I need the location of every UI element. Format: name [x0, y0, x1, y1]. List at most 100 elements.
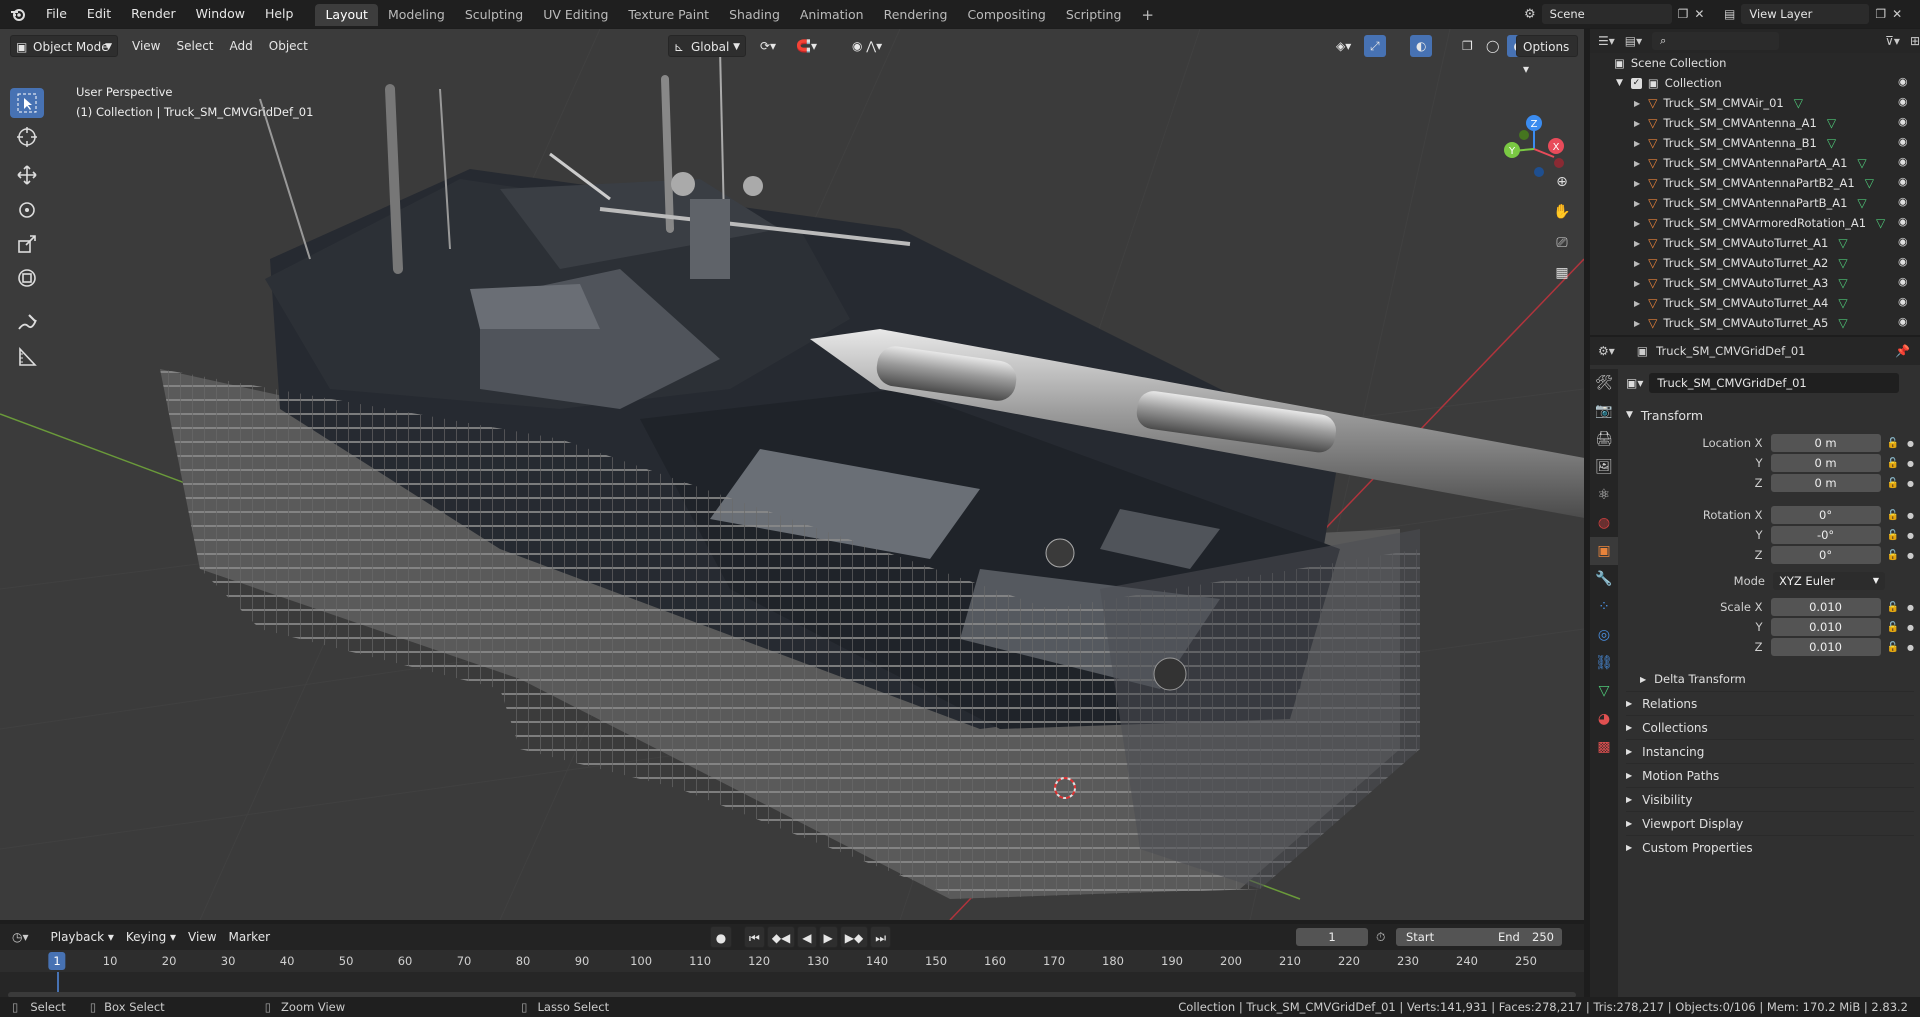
- display-mode-icon[interactable]: ▤▾: [1625, 34, 1642, 48]
- end-frame-field[interactable]: End 250: [1490, 928, 1562, 946]
- outliner-object-row[interactable]: ▶ ▽ Truck_SM_CMVAntennaPartA_A1 ▽ ◉: [1590, 153, 1920, 173]
- tab-shading[interactable]: Shading: [719, 4, 790, 26]
- play-reverse-icon[interactable]: ◀: [797, 926, 817, 948]
- lock-icon[interactable]: 🔓: [1887, 510, 1899, 521]
- scale-tool-button[interactable]: [10, 229, 44, 259]
- playback-dropdown[interactable]: Playback ▾: [45, 926, 120, 948]
- tab-layout[interactable]: Layout: [315, 4, 378, 26]
- annotate-tool-button[interactable]: [10, 308, 44, 338]
- pin-icon[interactable]: 📌: [1895, 344, 1910, 358]
- prev-keyframe-icon[interactable]: ◆◀: [766, 926, 796, 948]
- eye-icon[interactable]: ◉: [1898, 256, 1912, 267]
- scene-icon[interactable]: ⚙: [1524, 7, 1536, 22]
- pan-hand-icon[interactable]: ✋: [1549, 199, 1575, 225]
- zoom-icon[interactable]: ⊕: [1549, 169, 1575, 195]
- tab-scripting[interactable]: Scripting: [1056, 4, 1132, 26]
- tab-compositing[interactable]: Compositing: [957, 4, 1055, 26]
- keying-dropdown[interactable]: Keying ▾: [120, 926, 182, 948]
- blender-logo-icon[interactable]: [0, 0, 36, 28]
- checkbox-icon[interactable]: ✓: [1630, 77, 1642, 89]
- xray-icon[interactable]: ❐: [1456, 35, 1479, 57]
- lock-icon[interactable]: 🔓: [1887, 622, 1899, 633]
- measure-tool-button[interactable]: [10, 342, 44, 372]
- modifier-tab-icon[interactable]: 🔧: [1590, 565, 1618, 593]
- rotation-y-field[interactable]: -0°: [1770, 526, 1881, 544]
- location-x-field[interactable]: 0 m: [1770, 434, 1881, 452]
- location-y-field[interactable]: 0 m: [1770, 454, 1881, 472]
- expand-arrow-icon[interactable]: ▶: [1634, 239, 1640, 248]
- eye-icon[interactable]: ◉: [1898, 156, 1912, 167]
- jump-start-icon[interactable]: ⏮: [744, 926, 765, 948]
- select-tool-button[interactable]: [10, 88, 44, 118]
- tool-tab-icon[interactable]: 🛠: [1590, 369, 1618, 397]
- keyframe-dot-icon[interactable]: ●: [1907, 551, 1914, 560]
- rotation-z-field[interactable]: 0°: [1770, 546, 1881, 564]
- properties-panel-header[interactable]: ▶ Motion Paths: [1626, 763, 1914, 787]
- expand-arrow-icon[interactable]: ▶: [1634, 179, 1640, 188]
- timeline-editor-icon[interactable]: ◷▾: [12, 930, 29, 944]
- delta-transform-header[interactable]: ▶ Delta Transform: [1626, 667, 1914, 691]
- menu-select[interactable]: Select: [170, 35, 219, 57]
- tab-sculpting[interactable]: Sculpting: [455, 4, 533, 26]
- rotate-tool-button[interactable]: [10, 195, 44, 225]
- new-collection-icon[interactable]: ⊞: [1910, 34, 1920, 48]
- particles-tab-icon[interactable]: ⁘: [1590, 593, 1618, 621]
- outliner-object-row[interactable]: ▶ ▽ Truck_SM_CMVAutoTurret_A1 ▽ ◉: [1590, 233, 1920, 253]
- menu-add[interactable]: Add: [224, 35, 259, 57]
- transform-tool-button[interactable]: [10, 263, 44, 293]
- options-dropdown[interactable]: Options ▾: [1516, 35, 1578, 76]
- proportional-edit-icon[interactable]: ◉ ⋀▾: [846, 35, 888, 57]
- play-icon[interactable]: ▶: [818, 926, 838, 948]
- expand-arrow-icon[interactable]: ▼: [1616, 78, 1623, 88]
- frame-ruler[interactable]: 1 10 20 30 40 50 60 70 80 90 100 110 120 130 140 150 160…: [0, 950, 1584, 972]
- menu-file[interactable]: File: [36, 0, 77, 28]
- properties-panel-header[interactable]: ▶ Instancing: [1626, 739, 1914, 763]
- object-tab-icon[interactable]: ▣: [1590, 537, 1618, 565]
- expand-arrow-icon[interactable]: ▶: [1634, 139, 1640, 148]
- lock-icon[interactable]: 🔓: [1887, 438, 1899, 449]
- jump-end-icon[interactable]: ⏭: [870, 926, 892, 948]
- eye-icon[interactable]: ◉: [1898, 316, 1912, 327]
- eye-icon[interactable]: ◉: [1898, 96, 1912, 107]
- timeline-view-menu[interactable]: View: [182, 926, 222, 948]
- view-layer-icon[interactable]: ▤: [1724, 7, 1735, 21]
- tab-modeling[interactable]: Modeling: [378, 4, 455, 26]
- expand-arrow-icon[interactable]: ▶: [1634, 299, 1640, 308]
- rotation-x-field[interactable]: 0°: [1770, 506, 1881, 524]
- camera-icon[interactable]: ⎚: [1549, 230, 1575, 256]
- scene-field[interactable]: Scene: [1541, 4, 1672, 24]
- lock-icon[interactable]: 🔓: [1887, 642, 1899, 653]
- eye-icon[interactable]: ◉: [1898, 276, 1912, 287]
- expand-arrow-icon[interactable]: ▶: [1634, 259, 1640, 268]
- constraints-tab-icon[interactable]: ⛓: [1590, 649, 1618, 677]
- properties-panel-header[interactable]: ▶ Custom Properties: [1626, 835, 1914, 859]
- eye-icon[interactable]: ◉: [1898, 236, 1912, 247]
- tab-animation[interactable]: Animation: [790, 4, 874, 26]
- menu-object[interactable]: Object: [263, 35, 314, 57]
- view-layer-field[interactable]: View Layer: [1741, 4, 1870, 24]
- outliner-object-row[interactable]: ▶ ▽ Truck_SM_CMVAutoTurret_A4 ▽ ◉: [1590, 293, 1920, 313]
- gizmo-toggle-icon[interactable]: ⤢: [1364, 35, 1386, 57]
- outliner-search-input[interactable]: ⌕: [1652, 32, 1780, 50]
- visibility-icon[interactable]: ◈▾: [1330, 35, 1357, 57]
- keyframe-dot-icon[interactable]: ●: [1907, 603, 1914, 612]
- perspective-grid-icon[interactable]: ▦: [1549, 260, 1575, 286]
- eye-icon[interactable]: ◉: [1898, 136, 1912, 147]
- outliner-object-row[interactable]: ▶ ▽ Truck_SM_CMVAntenna_A1 ▽ ◉: [1590, 113, 1920, 133]
- eye-icon[interactable]: ◉: [1898, 216, 1912, 227]
- orientation-dropdown[interactable]: ⊾ Global ▼: [668, 35, 746, 57]
- menu-view[interactable]: View: [126, 35, 166, 57]
- outliner-object-row[interactable]: ▶ ▽ Truck_SM_CMVAntennaPartB_A1 ▽ ◉: [1590, 193, 1920, 213]
- snap-icon[interactable]: 🧲▾: [790, 35, 823, 57]
- outliner-object-row[interactable]: ▶ ▽ Truck_SM_CMVAutoTurret_A2 ▽ ◉: [1590, 253, 1920, 273]
- outliner-object-row[interactable]: ▶ ▽ Truck_SM_CMVAutoTurret_A5 ▽ ◉: [1590, 313, 1920, 333]
- rotation-mode-dropdown[interactable]: XYZ Euler ▼: [1773, 572, 1885, 590]
- record-icon[interactable]: ●: [710, 926, 732, 948]
- physics-tab-icon[interactable]: ◎: [1590, 621, 1618, 649]
- marker-menu[interactable]: Marker: [223, 926, 276, 948]
- eye-icon[interactable]: ◉: [1898, 76, 1912, 87]
- current-frame-field[interactable]: 1: [1296, 928, 1368, 946]
- outliner-object-row[interactable]: ▶ ▽ Truck_SM_CMVAir_01 ▽ ◉: [1590, 93, 1920, 113]
- lock-icon[interactable]: 🔓: [1887, 550, 1899, 561]
- menu-window[interactable]: Window: [186, 0, 255, 28]
